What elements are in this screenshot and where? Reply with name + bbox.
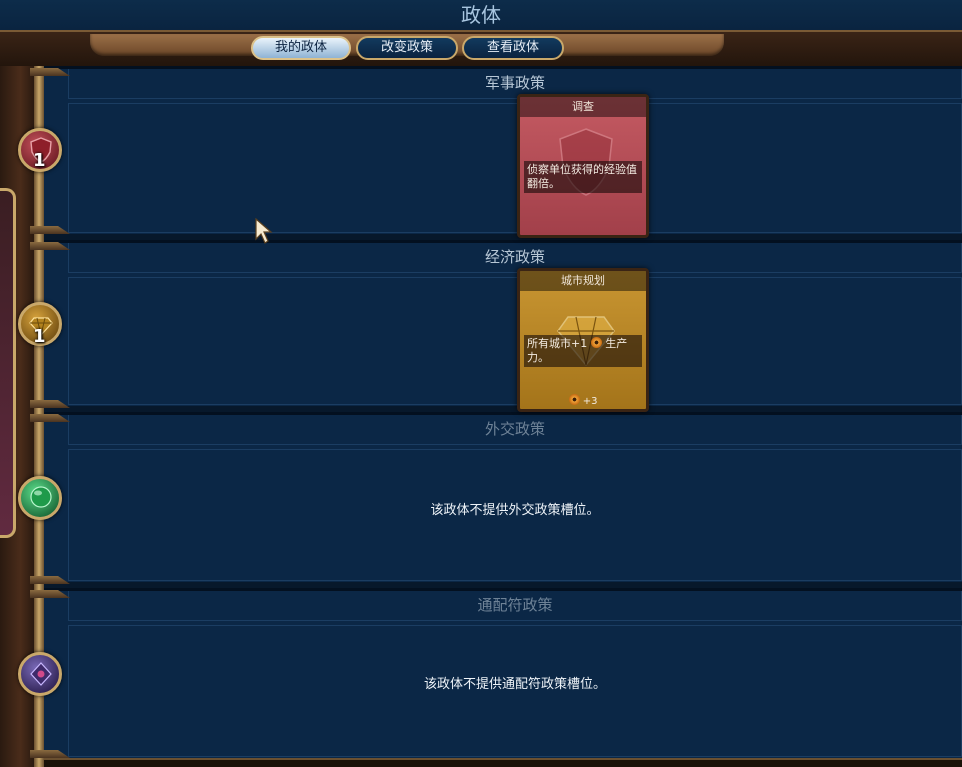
mouse-cursor-icon (255, 218, 273, 244)
economic-policy-header: 经济政策 (68, 243, 962, 273)
bottom-frame (44, 758, 962, 767)
production-icon (590, 337, 602, 348)
tab-change-policies[interactable]: 改变政策 (356, 36, 458, 60)
wildcard-star-icon (30, 662, 52, 686)
wildcard-policy-header: 通配符政策 (68, 591, 962, 621)
tab-my-government[interactable]: 我的政体 (251, 36, 351, 60)
diplomatic-slot-medallion[interactable] (18, 476, 62, 520)
diplomatic-policy-section: 外交政策 该政体不提供外交政策槽位。 (44, 412, 962, 582)
diplomatic-orb-icon (30, 486, 52, 508)
military-slot-count: 1 (33, 150, 46, 171)
economic-policy-section: 经济政策 (44, 240, 962, 406)
tab-strip: 我的政体 改变政策 查看政体 (0, 32, 962, 66)
wildcard-policy-section: 通配符政策 该政体不提供通配符政策槽位。 (44, 588, 962, 758)
diplomatic-empty-message: 该政体不提供外交政策槽位。 (430, 503, 600, 518)
policy-card-title: 城市规划 (520, 271, 646, 291)
policy-card-description-part: 所有城市+1 (527, 337, 588, 350)
policy-card-urban-planning[interactable]: 城市规划 所有城市+1 生产力。 +3 (517, 268, 649, 412)
policy-card-description: 所有城市+1 生产力。 (524, 335, 642, 367)
diplomatic-policy-header: 外交政策 (68, 415, 962, 445)
policy-card-title: 调查 (520, 97, 646, 117)
military-policy-section: 军事政策 (44, 66, 962, 234)
wildcard-slot-medallion[interactable] (18, 652, 62, 696)
policy-card-cost-value: +3 (582, 396, 598, 407)
wildcard-empty-message: 该政体不提供通配符政策槽位。 (423, 677, 606, 692)
side-panel-edge[interactable] (0, 188, 16, 538)
policy-card-description: 侦察单位获得的经验值翻倍。 (524, 161, 642, 193)
window-title: 政体 (0, 0, 962, 32)
policy-card-survey[interactable]: 调查 侦察单位获得的经验值翻倍。 (517, 94, 649, 238)
economic-policy-slots (68, 277, 962, 405)
military-policy-header: 军事政策 (68, 69, 962, 99)
tab-view-governments[interactable]: 查看政体 (462, 36, 564, 60)
production-icon (568, 394, 580, 405)
policy-card-cost: +3 (520, 394, 646, 407)
economic-slot-count: 1 (33, 326, 46, 347)
military-policy-slots (68, 103, 962, 233)
